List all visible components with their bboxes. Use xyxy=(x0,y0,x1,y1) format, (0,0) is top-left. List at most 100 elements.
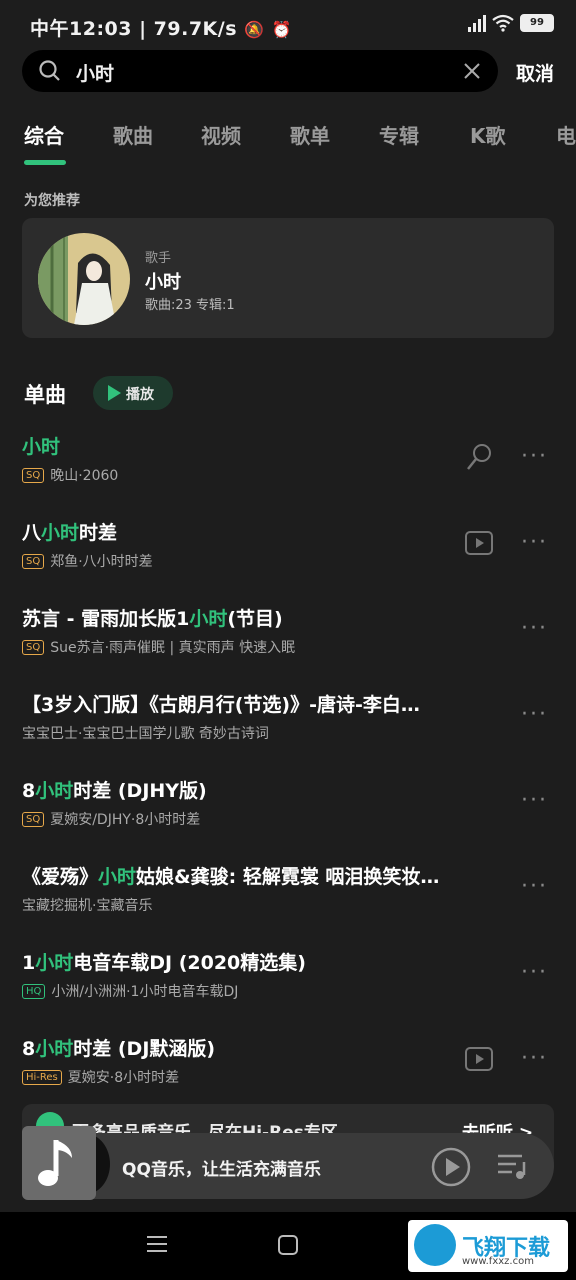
search-icon xyxy=(39,60,60,81)
song-title: 1小时电音车载DJ (2020精选集) xyxy=(22,948,492,975)
song-row[interactable]: 八小时时差 SQ 郑鱼·八小时时差 ··· xyxy=(0,518,576,604)
clear-icon[interactable] xyxy=(462,61,482,81)
song-title-text: 姑娘&龚骏: 轻解霓裳 咽泪换笑妆… xyxy=(136,866,440,888)
more-options-icon[interactable]: ··· xyxy=(521,960,548,985)
song-artist-album: 夏婉安·8小时时差 xyxy=(67,1070,180,1086)
recommend-heading: 为您推荐 xyxy=(24,193,80,209)
more-options-icon[interactable]: ··· xyxy=(521,874,548,899)
more-options-icon[interactable]: ··· xyxy=(521,444,548,469)
song-title-text: 8 xyxy=(22,780,36,802)
song-title-highlight: 小时 xyxy=(41,522,80,544)
song-title: 8小时时差 (DJHY版) xyxy=(22,776,492,803)
watermark-icon xyxy=(414,1224,456,1266)
play-all-label: 播放 xyxy=(126,387,154,403)
mute-icon: 🔕 xyxy=(244,20,265,39)
song-title-text: 时差 (DJ默涵版) xyxy=(73,1038,216,1060)
song-title-highlight: 小时 xyxy=(22,436,61,458)
battery-icon: 99 xyxy=(520,14,554,32)
tab-songs[interactable]: 歌曲 xyxy=(113,120,153,149)
song-meta: SQ Sue苏言·雨声催眠 | 真实雨声 快速入眠 xyxy=(22,637,295,657)
song-title: 小时 xyxy=(22,432,492,459)
song-artist-album: 小洲/小洲洲·1小时电音车载DJ xyxy=(51,984,239,1000)
artist-name: 小时 xyxy=(145,272,181,293)
song-artist-album: 宝藏挖掘机·宝藏音乐 xyxy=(22,898,153,914)
tab-videos[interactable]: 视频 xyxy=(201,120,241,149)
more-options-icon[interactable]: ··· xyxy=(521,616,548,641)
tab-albums[interactable]: 专辑 xyxy=(379,120,419,149)
mv-video-icon[interactable] xyxy=(464,528,494,558)
tab-playlists[interactable]: 歌单 xyxy=(290,120,330,149)
song-meta: 宝藏挖掘机·宝藏音乐 xyxy=(22,895,152,915)
playlist-icon[interactable] xyxy=(496,1150,528,1182)
song-title-highlight: 小时 xyxy=(35,1038,74,1060)
artist-stats: 歌曲:23 专辑:1 xyxy=(145,298,235,313)
song-meta: SQ 郑鱼·八小时时差 xyxy=(22,551,153,571)
song-title-text: 8 xyxy=(22,1038,36,1060)
song-title: 【3岁入门版】《古朗月行(节选)》-唐诗-李白… xyxy=(22,690,492,717)
category-tabs: 综合 歌曲 视频 歌单 专辑 K歌 电 xyxy=(0,110,576,160)
more-options-icon[interactable]: ··· xyxy=(521,788,548,813)
quality-badge: Hi-Res xyxy=(22,1069,62,1085)
play-icon xyxy=(108,385,121,401)
more-options-icon[interactable]: ··· xyxy=(521,1046,548,1071)
quality-badge: SQ xyxy=(22,467,45,483)
song-title-text: 电音车载DJ (2020精选集) xyxy=(73,952,306,974)
song-row[interactable]: 苏言 - 雷雨加长版1小时(节目) SQ Sue苏言·雨声催眠 | 真实雨声 快速入… xyxy=(0,604,576,690)
status-right: 99 xyxy=(468,14,554,32)
player-title: QQ音乐，让生活充满音乐 xyxy=(122,1160,321,1180)
song-row[interactable]: 1小时电音车载DJ (2020精选集) HQ 小洲/小洲洲·1小时电音车载DJ ··· xyxy=(0,948,576,1034)
search-input[interactable]: 小时 xyxy=(76,59,114,86)
song-title: 八小时时差 xyxy=(22,518,492,545)
song-artist-album: 宝宝巴士·宝宝巴士国学儿歌 奇妙古诗词 xyxy=(22,726,269,742)
song-row[interactable]: 小时 SQ 晚山·2060 ··· xyxy=(0,432,576,518)
song-meta: 宝宝巴士·宝宝巴士国学儿歌 奇妙古诗词 xyxy=(22,723,269,743)
quality-badge: SQ xyxy=(22,639,45,655)
song-title-highlight: 小时 xyxy=(35,780,74,802)
status-clock: 中午12:03 xyxy=(30,18,132,40)
song-title-text: 《爱殇》 xyxy=(22,866,99,888)
song-meta: SQ 夏婉安/DJHY·8小时时差 xyxy=(22,809,200,829)
song-meta: HQ 小洲/小洲洲·1小时电音车载DJ xyxy=(22,981,238,1001)
song-title: 苏言 - 雷雨加长版1小时(节目) xyxy=(22,604,492,631)
status-speed: 79.7K/s xyxy=(153,18,238,40)
tab-indicator xyxy=(24,160,66,165)
song-title-text: 1 xyxy=(22,952,36,974)
watermark-url: www.fxxz.com xyxy=(462,1256,534,1267)
song-row[interactable]: 【3岁入门版】《古朗月行(节选)》-唐诗-李白… 宝宝巴士·宝宝巴士国学儿歌 奇妙… xyxy=(0,690,576,776)
song-title-highlight: 小时 xyxy=(35,952,74,974)
song-title: 8小时时差 (DJ默涵版) xyxy=(22,1034,492,1061)
menu-icon[interactable] xyxy=(146,1234,168,1254)
song-title-text: 八 xyxy=(22,522,42,544)
song-title-text: 【3岁入门版】《古朗月行(节选)》-唐诗-李白… xyxy=(22,694,420,716)
song-artist-album: 郑鱼·八小时时差 xyxy=(50,554,153,570)
song-title-highlight: 小时 xyxy=(98,866,137,888)
player-play-icon[interactable] xyxy=(430,1146,472,1188)
home-icon[interactable] xyxy=(277,1234,299,1256)
song-meta: Hi-Res 夏婉安·8小时时差 xyxy=(22,1067,179,1087)
signal-icon xyxy=(468,14,486,32)
artist-avatar xyxy=(38,233,130,325)
more-options-icon[interactable]: ··· xyxy=(521,702,548,727)
karaoke-mic-icon[interactable] xyxy=(464,442,494,472)
quality-badge: SQ xyxy=(22,811,45,827)
quality-badge: SQ xyxy=(22,553,45,569)
alarm-icon: ⏰ xyxy=(271,20,293,39)
tab-radio[interactable]: 电 xyxy=(556,120,576,149)
player-cover xyxy=(22,1126,96,1200)
more-options-icon[interactable]: ··· xyxy=(521,530,548,555)
song-row[interactable]: 8小时时差 (DJHY版) SQ 夏婉安/DJHY·8小时时差 ··· xyxy=(0,776,576,862)
song-artist-album: Sue苏言·雨声催眠 | 真实雨声 快速入眠 xyxy=(50,640,296,656)
tab-all[interactable]: 综合 xyxy=(24,120,64,149)
artist-type-label: 歌手 xyxy=(145,251,172,266)
song-row[interactable]: 《爱殇》小时姑娘&龚骏: 轻解霓裳 咽泪换笑妆… 宝藏挖掘机·宝藏音乐 ··· xyxy=(0,862,576,948)
cancel-button[interactable]: 取消 xyxy=(516,59,554,86)
song-title-highlight: 小时 xyxy=(189,608,228,630)
status-bar: 中午12:03 | 79.7K/s 🔕 ⏰ 99 xyxy=(0,0,576,50)
song-artist-album: 夏婉安/DJHY·8小时时差 xyxy=(50,812,201,828)
tab-karaoke[interactable]: K歌 xyxy=(470,120,506,149)
mv-video-icon[interactable] xyxy=(464,1044,494,1074)
wifi-icon xyxy=(492,14,514,32)
song-title: 《爱殇》小时姑娘&龚骏: 轻解霓裳 咽泪换笑妆… xyxy=(22,862,492,889)
status-time: 中午12:03 | 79.7K/s 🔕 ⏰ xyxy=(30,18,293,40)
song-artist-album: 晚山·2060 xyxy=(50,468,119,484)
